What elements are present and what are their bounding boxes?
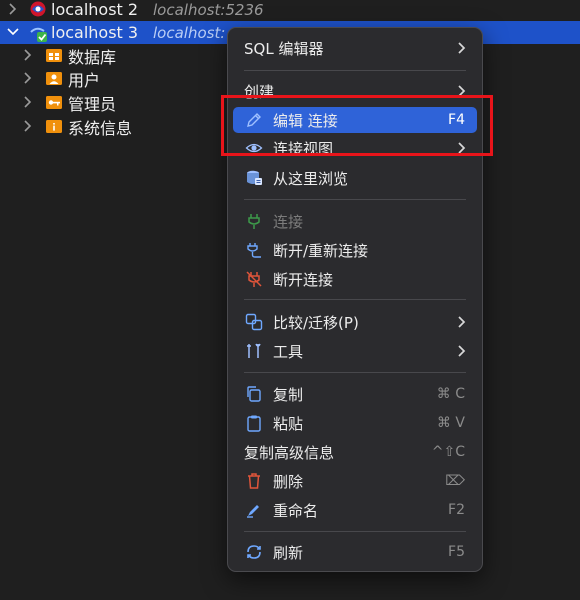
shortcut-label: ^⇧C <box>431 444 465 460</box>
plug-icon <box>245 212 263 230</box>
shortcut-label: F5 <box>448 544 465 560</box>
tree-node-label: 管理员 <box>68 94 117 114</box>
chevron-right-icon[interactable] <box>21 95 35 109</box>
database-connection-icon <box>29 0 47 18</box>
menu-item-disconnect-reconnect[interactable]: 断开/重新连接 <box>233 237 477 263</box>
connection-host: localhost:5236 <box>153 0 264 19</box>
tools-icon <box>245 342 263 360</box>
tree-node-label: 系统信息 <box>68 118 133 138</box>
menu-item-label: 比较/迁移(P) <box>273 313 359 332</box>
refresh-icon <box>245 543 263 561</box>
menu-item-label: 刷新 <box>273 543 304 562</box>
menu-item-label: 删除 <box>273 472 304 491</box>
menu-item-label: 粘贴 <box>273 414 304 433</box>
chevron-down-icon[interactable] <box>6 25 20 39</box>
menu-item-label: 断开/重新连接 <box>273 241 369 260</box>
clipboard-icon <box>245 414 263 432</box>
chevron-right-icon <box>457 315 467 329</box>
copy-icon <box>245 385 263 403</box>
menu-item-compare-migrate[interactable]: 比较/迁移(P) <box>233 309 477 335</box>
menu-separator <box>244 299 466 300</box>
menu-separator <box>244 199 466 200</box>
shortcut-label: ⌘ C <box>436 386 465 402</box>
users-folder-icon <box>45 69 63 87</box>
menu-item-connect[interactable]: 连接 <box>233 208 477 234</box>
menu-item-label: SQL 编辑器 <box>244 39 324 58</box>
trash-icon <box>245 472 263 490</box>
chevron-right-icon[interactable] <box>21 71 35 85</box>
chevron-right-icon[interactable] <box>6 2 20 16</box>
compare-icon <box>245 313 263 331</box>
menu-item-sql-editor[interactable]: SQL 编辑器 <box>233 35 477 61</box>
menu-item-disconnect[interactable]: 断开连接 <box>233 266 477 292</box>
chevron-right-icon <box>457 41 467 55</box>
connection-host: localhost: <box>153 23 226 42</box>
menu-item-label: 工具 <box>273 342 304 361</box>
menu-item-label: 断开连接 <box>273 270 334 289</box>
menu-item-delete[interactable]: 删除 ⌦ <box>233 468 477 494</box>
connected-database-icon <box>29 23 47 42</box>
tree-node-label: 数据库 <box>68 47 117 67</box>
tree-node-localhost-2[interactable]: localhost 2 localhost:5236 <box>0 0 580 21</box>
tree-node-label: 用户 <box>68 70 101 90</box>
menu-separator <box>244 372 466 373</box>
menu-item-rename[interactable]: 重命名 F2 <box>233 497 477 523</box>
admins-folder-icon <box>45 93 63 111</box>
connection-name: localhost 3 <box>51 23 139 42</box>
menu-separator <box>244 70 466 71</box>
menu-item-copy-advanced[interactable]: 复制高级信息 ^⇧C <box>233 439 477 465</box>
menu-item-paste[interactable]: 粘贴 ⌘ V <box>233 410 477 436</box>
database-browse-icon <box>245 169 263 187</box>
shortcut-label: ⌦ <box>445 473 465 489</box>
system-info-folder-icon <box>45 117 63 135</box>
chevron-right-icon <box>457 344 467 358</box>
menu-item-label: 重命名 <box>273 501 319 520</box>
menu-item-copy[interactable]: 复制 ⌘ C <box>233 381 477 407</box>
menu-separator <box>244 531 466 532</box>
shortcut-label: F2 <box>448 502 465 518</box>
database-folder-icon <box>45 46 63 64</box>
menu-item-label: 复制高级信息 <box>244 443 335 462</box>
menu-item-label: 连接 <box>273 212 304 231</box>
chevron-right-icon[interactable] <box>21 48 35 62</box>
disconnect-plug-icon <box>245 270 263 288</box>
chevron-right-icon[interactable] <box>21 119 35 133</box>
menu-item-tools[interactable]: 工具 <box>233 338 477 364</box>
reconnect-plug-icon <box>245 241 263 259</box>
rename-pen-icon <box>245 501 263 519</box>
shortcut-label: ⌘ V <box>436 415 465 431</box>
menu-item-label: 复制 <box>273 385 304 404</box>
menu-item-browse-here[interactable]: 从这里浏览 <box>233 165 477 191</box>
connection-name: localhost 2 <box>51 0 139 19</box>
menu-item-label: 从这里浏览 <box>273 169 349 188</box>
menu-item-refresh[interactable]: 刷新 F5 <box>233 539 477 565</box>
annotation-highlight-box <box>221 95 493 156</box>
